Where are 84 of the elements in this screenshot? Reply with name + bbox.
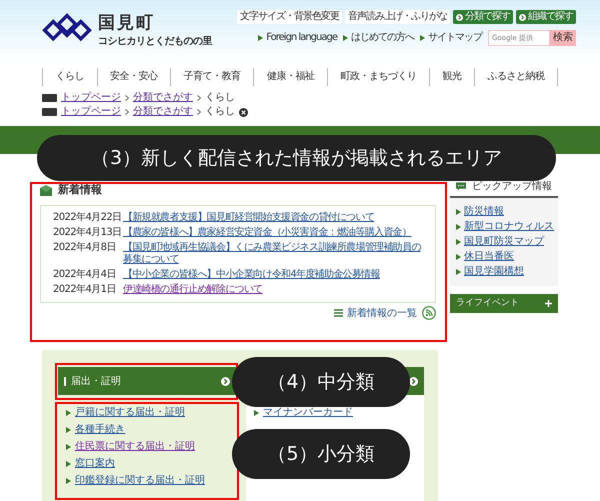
header-link[interactable]: はじめての方へ (343, 32, 414, 44)
arrow-circle-icon (456, 14, 463, 20)
arrow-circle-icon (519, 14, 526, 20)
subcategory-link[interactable]: マイナンバーカード (254, 407, 416, 419)
close-icon[interactable] (239, 108, 248, 116)
logo-icon[interactable] (42, 13, 92, 44)
subcategory-link[interactable]: 各種手続き (66, 424, 228, 436)
breadcrumb-link[interactable]: 分類でさがす (133, 106, 193, 118)
header-link[interactable]: サイトマップ (420, 32, 482, 44)
site-tagline: コシヒカリとくだものの里 (98, 35, 212, 49)
rss-icon[interactable] (422, 306, 436, 320)
news-link[interactable]: 【国見町地域再生協議会】くにみ農業ビジネス訓練所農場管理補助員の募集について (123, 242, 423, 266)
category-title: 届出・証明 (71, 374, 121, 388)
news-link[interactable]: 【農家の皆様へ】農家経営安定資金（小災害資金：燃油等購入資金） (123, 226, 412, 238)
nav-item[interactable]: 安全・安心 (98, 68, 172, 86)
arrow-circle-icon (221, 376, 230, 386)
bullet-icon (456, 224, 461, 230)
header-link[interactable]: Foreign language (258, 32, 337, 44)
callout-tooltip: （5）小分類 (232, 429, 410, 479)
subcategory-link[interactable]: 住民票に関する届出・証明 (66, 441, 228, 453)
bullet-icon (456, 254, 461, 260)
utility-button[interactable]: 分類で探す (453, 10, 513, 24)
list-icon (334, 309, 343, 317)
news-link[interactable]: 【新規就農者支援】国見町経営開始支援資金の貸付について (123, 212, 374, 224)
news-date: 2022年4月1日 (53, 284, 117, 296)
news-date: 2022年4月4日 (53, 268, 117, 280)
pickup-link[interactable]: 国見学園構想 (456, 266, 552, 278)
nav-item[interactable]: 観光 (430, 68, 475, 86)
nav-item[interactable]: 子育て・教育 (171, 68, 254, 86)
life-event-button[interactable]: ライフイベント (450, 294, 558, 313)
bullet-icon (66, 410, 71, 416)
section-title: 新着情報 (58, 182, 102, 198)
chat-icon (456, 182, 466, 190)
pickup-title: ピックアップ情報 (472, 180, 552, 194)
subcategory-link[interactable]: 印鑑登録に関する届出・証明 (66, 475, 228, 487)
subcategory-link[interactable]: 戸籍に関する届出・証明 (66, 407, 228, 419)
triangle-icon (258, 35, 264, 41)
triangle-icon (420, 35, 425, 41)
news-date: 2022年4月8日 (53, 242, 117, 254)
chevron-icon (125, 109, 129, 115)
badge-icon (42, 108, 57, 116)
breadcrumb-link[interactable]: トップページ (61, 106, 121, 118)
chevron-icon (125, 95, 129, 101)
search-button[interactable]: 検索 (550, 30, 576, 46)
bullet-icon (66, 461, 71, 467)
category-header[interactable]: 届出・証明 (58, 367, 236, 395)
bullet-icon (254, 410, 259, 416)
news-date: 2022年4月13日 (53, 226, 123, 238)
pickup-link[interactable]: 休日当番医 (456, 251, 552, 263)
news-link[interactable]: 伊達崎橋の通行止め解除について (123, 284, 263, 296)
subcategory-link[interactable]: 窓口案内 (66, 458, 228, 470)
arrow-circle-icon (409, 376, 418, 386)
bullet-icon (66, 444, 71, 450)
nav-item[interactable]: 健康・福祉 (254, 68, 328, 86)
utility-button[interactable]: 組織で探す (516, 10, 576, 24)
breadcrumb-link[interactable]: くらし (205, 106, 235, 118)
utility-button[interactable]: 文字サイズ・背景色変更 (237, 10, 342, 24)
breadcrumb-link[interactable]: くらし (205, 92, 235, 104)
callout-tooltip: （4）中分類 (232, 357, 410, 407)
news-link[interactable]: 【中小企業の皆様へ】中小企業向け令和4年度補助金公募情報 (123, 268, 380, 280)
pickup-link[interactable]: 防災情報 (456, 206, 552, 218)
bullet-icon (456, 269, 461, 275)
pickup-link[interactable]: 新型コロナウィルス (456, 221, 552, 233)
news-list-link[interactable]: 新着情報の一覧 (334, 306, 417, 320)
badge-icon (42, 94, 57, 102)
callout-tooltip: （3）新しく配信された情報が掲載されるエリア (37, 135, 556, 181)
utility-button[interactable]: 音声読み上げ・ふりがな (345, 10, 450, 24)
triangle-icon (343, 35, 348, 41)
bullet-icon (66, 478, 71, 484)
bullet-icon (456, 209, 461, 215)
chevron-icon (197, 95, 201, 101)
nav-item[interactable]: くらし (43, 68, 98, 86)
envelope-icon (40, 184, 52, 196)
nav-item[interactable]: 町政・まちづくり (328, 68, 430, 86)
bullet-icon (456, 239, 461, 245)
site-title: 国見町 (98, 13, 156, 33)
news-date: 2022年4月22日 (53, 212, 123, 224)
pickup-link[interactable]: 国見町防災マップ (456, 236, 552, 248)
plus-icon (545, 300, 552, 307)
bullet-icon (66, 427, 71, 433)
nav-item[interactable]: ふるさと納税 (474, 68, 558, 86)
chevron-icon (197, 109, 201, 115)
breadcrumb-link[interactable]: 分類でさがす (133, 92, 193, 104)
breadcrumb-link[interactable]: トップページ (61, 92, 121, 104)
